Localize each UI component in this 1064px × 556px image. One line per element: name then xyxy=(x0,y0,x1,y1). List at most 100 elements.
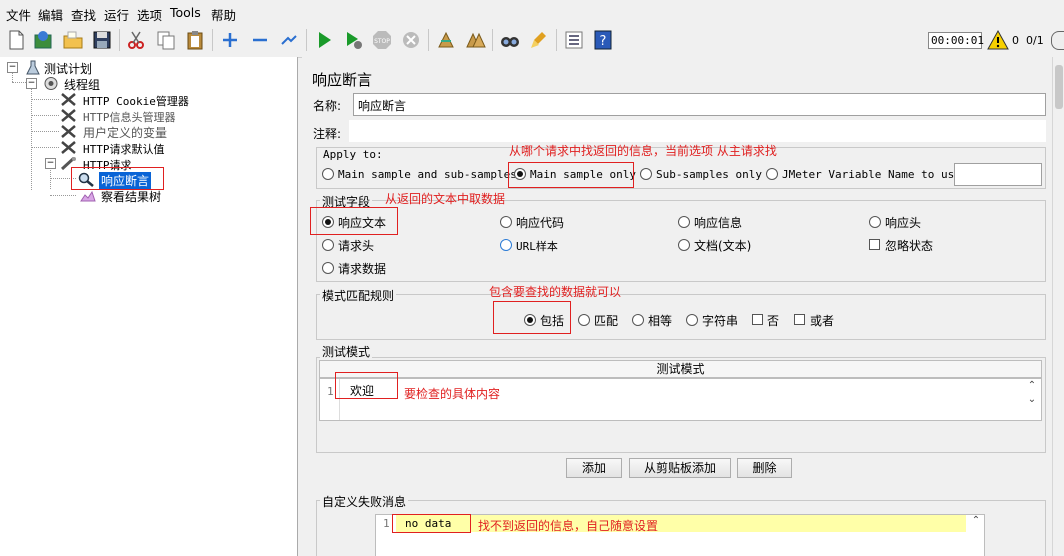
field-response-message-radio[interactable] xyxy=(678,216,690,228)
name-label: 名称: xyxy=(313,99,342,113)
menu-options[interactable]: 选项 xyxy=(137,5,162,24)
annotation-rule: 包含要查找的数据就可以 xyxy=(489,285,622,299)
rule-option-label: 匹配 xyxy=(594,314,619,328)
tree-item-results-tree[interactable]: 察看结果树 xyxy=(78,188,298,204)
rule-or-checkbox[interactable] xyxy=(794,314,805,325)
field-document-radio[interactable] xyxy=(678,239,690,251)
vertical-scrollbar[interactable] xyxy=(1052,57,1064,556)
tree-collapse-toggle[interactable]: − xyxy=(7,62,18,73)
running-indicator xyxy=(1051,31,1064,50)
help-icon[interactable]: ? xyxy=(591,28,615,52)
tree-item-test-plan[interactable]: 测试计划 xyxy=(22,60,322,76)
new-icon[interactable] xyxy=(4,28,28,52)
cut-icon[interactable] xyxy=(124,28,148,52)
annotation-box xyxy=(392,514,471,533)
annotation-box xyxy=(71,167,164,190)
failure-line-number: 1 xyxy=(383,517,390,530)
field-request-data-radio[interactable] xyxy=(322,262,334,274)
match-rule-title: 模式匹配规则 xyxy=(320,287,397,304)
match-rule-group xyxy=(316,294,1046,340)
tree-item-label: HTTP请求默认值 xyxy=(83,143,165,156)
stop-icon[interactable]: STOP xyxy=(370,28,394,52)
menu-help[interactable]: 帮助 xyxy=(211,5,236,24)
tree-item-header-manager[interactable]: HTTP信息头管理器 xyxy=(60,108,290,124)
annotation-box xyxy=(310,207,398,235)
rule-option-label: 字符串 xyxy=(702,314,739,328)
listener-icon xyxy=(80,190,96,205)
field-response-headers-radio[interactable] xyxy=(869,216,881,228)
menu-file[interactable]: 文件 xyxy=(6,5,31,24)
collapse-icon[interactable] xyxy=(248,28,272,52)
clear-all-icon[interactable] xyxy=(463,28,487,52)
field-response-code-radio[interactable] xyxy=(500,216,512,228)
menu-run[interactable]: 运行 xyxy=(104,5,129,24)
test-plan-icon xyxy=(26,60,40,78)
field-request-headers-radio[interactable] xyxy=(322,239,334,251)
delete-button[interactable]: 删除 xyxy=(737,458,792,478)
warning-icon[interactable] xyxy=(987,29,1009,51)
paste-icon[interactable] xyxy=(183,28,207,52)
name-value: 响应断言 xyxy=(358,99,407,113)
annotation-box xyxy=(493,301,571,334)
rule-substring-radio[interactable] xyxy=(686,314,698,326)
comment-field[interactable] xyxy=(349,120,1046,142)
rule-option-label: 否 xyxy=(767,314,780,328)
tree-item-cookie-manager[interactable]: HTTP Cookie管理器 xyxy=(60,92,290,108)
tree-collapse-toggle[interactable]: − xyxy=(45,158,56,169)
tree-item-label: 线程组 xyxy=(64,78,101,92)
apply-sub-only-radio[interactable] xyxy=(640,168,652,180)
apply-main-and-sub-radio[interactable] xyxy=(322,168,334,180)
field-option-label: 响应信息 xyxy=(694,216,743,230)
copy-icon[interactable] xyxy=(154,28,178,52)
menu-tools[interactable]: Tools xyxy=(170,5,201,20)
failure-message-title: 自定义失败消息 xyxy=(320,493,409,510)
menu-edit[interactable]: 编辑 xyxy=(38,5,63,24)
name-field[interactable]: 响应断言 xyxy=(353,93,1046,116)
tree-item-thread-group[interactable]: 线程组 xyxy=(40,76,290,92)
annotation-box xyxy=(508,162,634,188)
field-option-label: 请求数据 xyxy=(338,262,387,276)
patterns-column-header[interactable]: 测试模式 xyxy=(319,360,1042,378)
save-icon[interactable] xyxy=(90,28,114,52)
rule-not-checkbox[interactable] xyxy=(752,314,763,325)
variable-name-field[interactable] xyxy=(954,163,1042,186)
tree-item-label: HTTP信息头管理器 xyxy=(83,111,176,124)
failure-scroll-up[interactable]: ⌃ xyxy=(968,515,984,535)
tree-item-request-defaults[interactable]: HTTP请求默认值 xyxy=(60,140,290,156)
apply-to-title: Apply to: xyxy=(321,148,385,161)
reset-search-icon[interactable] xyxy=(527,28,551,52)
rule-matches-radio[interactable] xyxy=(578,314,590,326)
start-no-pause-icon[interactable] xyxy=(341,28,365,52)
start-icon[interactable] xyxy=(312,28,336,52)
rule-option-label: 或者 xyxy=(810,314,835,328)
search-icon[interactable] xyxy=(498,28,522,52)
shutdown-icon[interactable] xyxy=(399,28,423,52)
annotation-apply-to: 从哪个请求中找返回的信息，当前选项 从主请求找 xyxy=(509,144,777,158)
tree-item-user-variables[interactable]: 用户定义的变量 xyxy=(60,124,290,140)
comment-label: 注释: xyxy=(313,127,342,141)
add-button[interactable]: 添加 xyxy=(566,458,622,478)
add-from-clipboard-button[interactable]: 从剪贴板添加 xyxy=(629,458,731,478)
thread-count: 0/1 xyxy=(1026,34,1044,47)
patterns-title: 测试模式 xyxy=(320,343,373,360)
toggle-icon[interactable] xyxy=(277,28,301,52)
menu-search[interactable]: 查找 xyxy=(71,5,96,24)
annotation-pattern: 要检查的具体内容 xyxy=(404,387,501,401)
pattern-scroll-arrows[interactable]: ⌃ ⌄ xyxy=(1024,379,1040,420)
annotation-field: 从返回的文本中取数据 xyxy=(385,192,506,206)
panel-title: 响应断言 xyxy=(312,71,373,89)
tree-item-label: 察看结果树 xyxy=(101,190,162,204)
clear-icon[interactable] xyxy=(434,28,458,52)
apply-variable-radio[interactable] xyxy=(766,168,778,180)
templates-icon[interactable] xyxy=(31,28,55,52)
rule-equals-radio[interactable] xyxy=(632,314,644,326)
ignore-status-checkbox[interactable] xyxy=(869,239,880,250)
field-url-sample-radio[interactable] xyxy=(500,239,512,251)
function-helper-icon[interactable] xyxy=(562,28,586,52)
open-icon[interactable] xyxy=(61,28,85,52)
toolbar: STOP ? xyxy=(0,24,1064,58)
scrollbar-thumb[interactable] xyxy=(1055,65,1063,109)
expand-icon[interactable] xyxy=(218,28,242,52)
tree-collapse-toggle[interactable]: − xyxy=(26,78,37,89)
svg-text:STOP: STOP xyxy=(374,38,390,45)
